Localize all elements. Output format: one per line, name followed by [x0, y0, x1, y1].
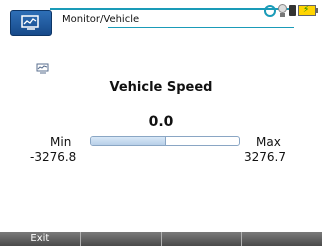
softkey-2[interactable]	[81, 232, 162, 246]
softkey-3[interactable]	[162, 232, 243, 246]
softkey-4[interactable]	[242, 232, 322, 246]
speed-gauge-bar	[90, 136, 240, 146]
header-accent-line	[50, 8, 294, 10]
speed-gauge-fill	[91, 137, 166, 145]
softkey-bar: Exit	[0, 232, 322, 246]
exit-softkey[interactable]: Exit	[0, 232, 81, 246]
header-accent-line-bottom	[108, 27, 294, 28]
min-value: -3276.8	[30, 150, 77, 164]
min-label: Min	[50, 135, 72, 149]
lightbulb-base	[280, 13, 285, 17]
gauge-value: 0.0	[148, 114, 174, 130]
max-value: 3276.7	[244, 150, 286, 164]
battery-tip	[316, 8, 318, 13]
max-label: Max	[256, 135, 281, 149]
header-bar: Monitor/Vehicle ⚡	[0, 0, 322, 36]
gauge-title: Vehicle Speed	[109, 80, 213, 95]
breadcrumb: Monitor/Vehicle	[62, 14, 140, 25]
sdcard-icon	[289, 5, 296, 16]
battery-icon: ⚡	[298, 5, 316, 16]
refresh-icon	[264, 5, 276, 17]
status-icons: ⚡	[264, 2, 320, 20]
monitor-small-icon	[36, 60, 50, 79]
monitor-icon[interactable]	[10, 10, 52, 36]
lightbulb-icon	[278, 4, 287, 13]
